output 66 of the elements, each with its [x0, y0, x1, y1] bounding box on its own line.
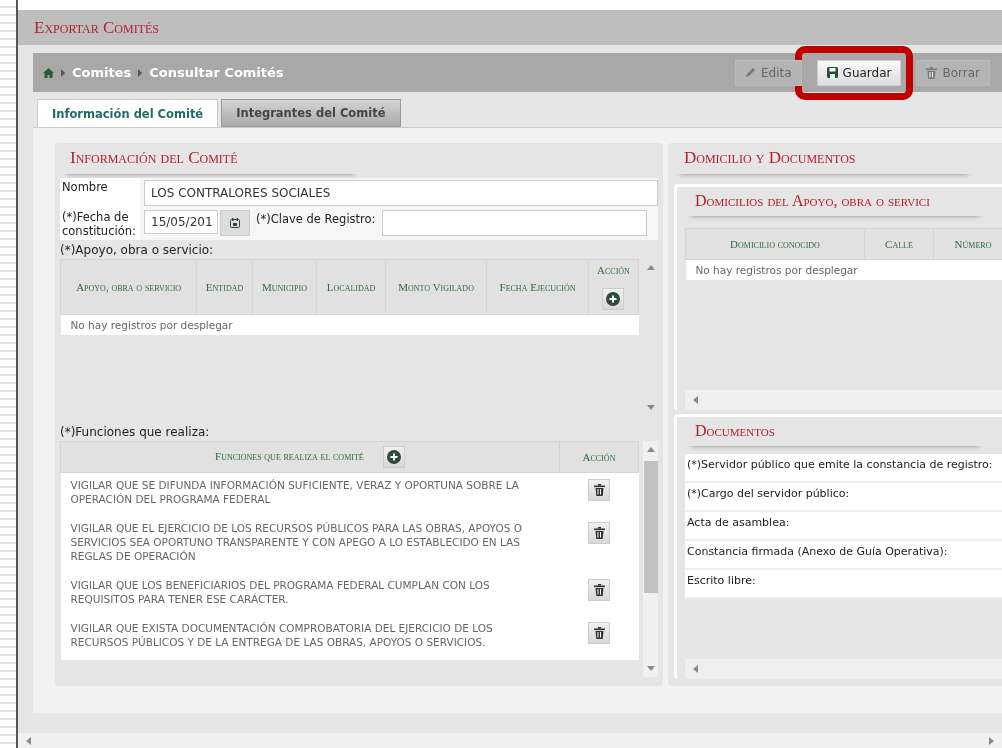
window-title: Exportar Comités: [34, 17, 159, 38]
table-cell: VIGILAR QUE EL EJERCICIO DE LOS RECURSOS PÚBLICOS PARA LAS OBRAS, APOYOS O SERVICIOS SEA OPORTUNO TRANSPARENTE Y CON APEGO A LO ESTABLECIDO EN LAS REGLAS DE OPERACIÓN: [60, 516, 560, 574]
column-header: Número: [933, 228, 1002, 260]
calendar-button[interactable]: [220, 210, 250, 236]
scroll-left-arrow-icon[interactable]: [691, 395, 701, 405]
scroll-up-arrow-icon[interactable]: [645, 263, 656, 273]
field-label: (*)Apoyo, obra o servicio:: [60, 242, 215, 259]
save-button[interactable]: Guardar: [816, 59, 902, 86]
scroll-down-arrow-icon[interactable]: [645, 663, 656, 673]
breadcrumb-arrow-icon: [138, 68, 143, 77]
column-header-label: Acción: [597, 264, 630, 276]
field-label: (*)Funciones que realiza:: [60, 424, 211, 441]
empty-message: No hay registros por desplegar: [60, 314, 639, 336]
scroll-left-arrow-icon[interactable]: [691, 664, 701, 674]
document-label: (*)Servidor público que emite la constancia de registro:: [685, 454, 1002, 483]
trash-icon: [593, 527, 605, 540]
table-cell: VIGILAR QUE SE DIFUNDA INFORMACIÓN SUFICIENTE, VERAZ Y OPORTUNA SOBRE LA OPERACIÓN DEL PROGRAMA FEDERAL: [60, 472, 560, 517]
trash-icon: [593, 627, 605, 640]
delete-button[interactable]: [588, 579, 610, 602]
breadcrumb-arrow-icon: [61, 68, 65, 77]
table-cell: VIGILAR QUE LOS BENEFICIARIOS DEL PROGRAMA FEDERAL CUMPLAN CON LOS REQUISITOS PARA TENER ESE CARÁCTER.: [60, 573, 560, 617]
field-label: (*)Clave de Registro:: [255, 211, 377, 228]
trash-icon: [926, 66, 938, 79]
column-header: Monto Vigilado: [385, 259, 487, 315]
column-header: Fecha Ejecución: [486, 259, 589, 315]
plus-icon: [606, 292, 621, 307]
document-label: Acta de asamblea:: [685, 512, 1002, 541]
document-label: Escrito libre:: [685, 570, 1002, 599]
document-label: Constancia firmada (Anexo de Guía Operativa):: [685, 541, 1002, 570]
column-header: Calle: [864, 228, 934, 260]
column-header: Municipio: [252, 259, 317, 315]
section-heading: Domicilio y Documentos: [674, 146, 974, 174]
table-cell: VIGILAR QUE EXISTA DOCUMENTACIÓN COMPROBATORIA DEL EJERCICIO DE LOS RECURSOS PÚBLICOS Y DE LA ENTREGA DE LAS OBRAS, APOYOS O SERVICIOS.: [60, 616, 560, 660]
column-header: Domicilio conocido: [685, 228, 865, 260]
delete-button[interactable]: [588, 479, 610, 501]
tab[interactable]: Información del Comité: [37, 99, 219, 127]
field-label: Nombre: [61, 179, 109, 196]
trash-icon: [593, 484, 605, 496]
field-label: (*)Fecha de constitución:: [61, 209, 137, 240]
registration-key-field[interactable]: [381, 210, 647, 236]
plus-icon: [386, 450, 401, 464]
delete-button[interactable]: [588, 622, 610, 645]
pencil-icon: [745, 67, 756, 78]
scroll-left-arrow-icon[interactable]: [24, 735, 34, 746]
add-button[interactable]: [382, 446, 405, 468]
add-button[interactable]: [602, 288, 625, 311]
section-heading: Documentos: [685, 420, 985, 446]
column-header: Apoyo, obra o servicio: [60, 259, 197, 315]
name-field[interactable]: LOS CONTRALORES SOCIALES: [144, 180, 658, 206]
calendar-icon: [230, 218, 240, 228]
scroll-right-arrow-icon[interactable]: [986, 735, 996, 746]
document-label: (*)Cargo del servidor público:: [685, 483, 1002, 512]
empty-message: No hay registros por desplegar: [685, 259, 1002, 280]
section-heading: Domicilios del Apoyo, obra o servici: [685, 190, 985, 216]
scroll-down-arrow-icon[interactable]: [645, 402, 656, 412]
column-header: Localidad: [316, 259, 386, 315]
delete-button[interactable]: [588, 522, 610, 545]
section-heading: Información del Comité: [60, 146, 360, 174]
column-header: Entidad: [196, 259, 253, 315]
column-header: Acción: [559, 441, 639, 473]
trash-icon: [593, 584, 605, 597]
tab[interactable]: Integrantes del Comité: [221, 99, 401, 127]
date-field[interactable]: 15/05/201: [144, 210, 218, 234]
column-header: Funciones que realiza el comité: [215, 449, 364, 462]
scroll-up-arrow-icon[interactable]: [645, 445, 656, 455]
home-icon[interactable]: [43, 67, 54, 78]
